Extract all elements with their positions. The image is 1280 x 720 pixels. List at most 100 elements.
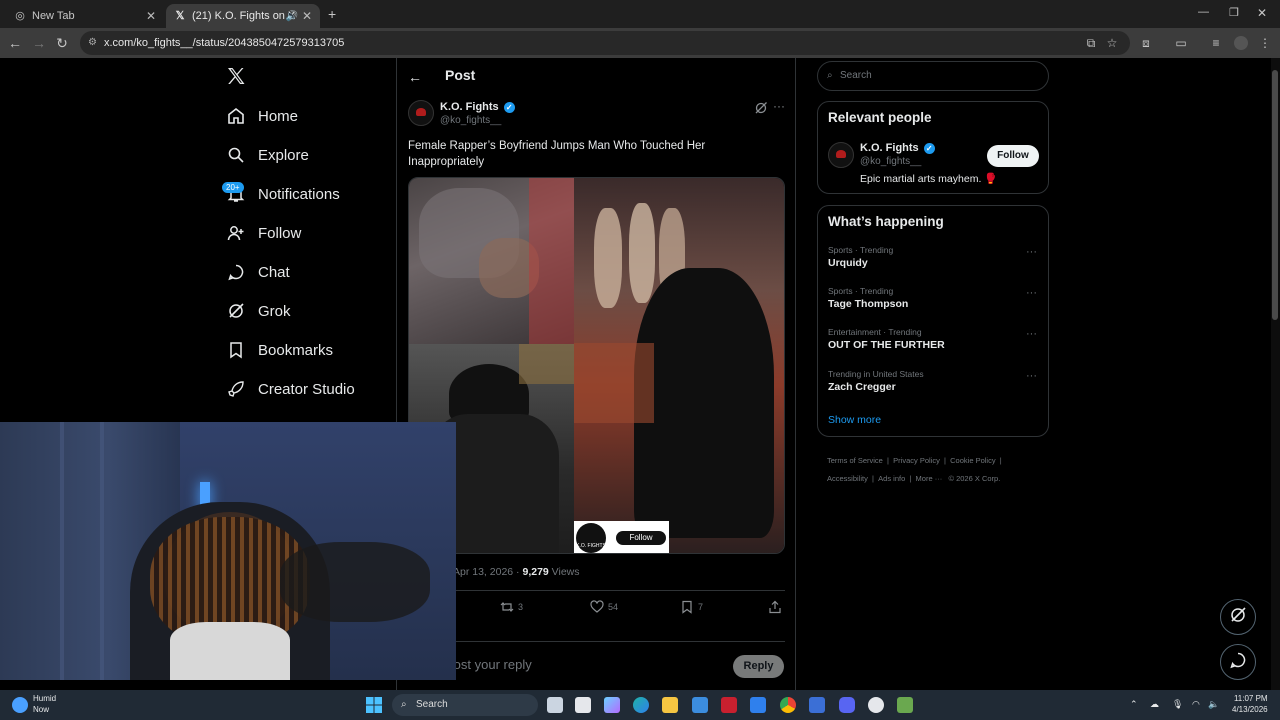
trend-item[interactable]: Entertainment · Trending OUT OF THE FURT… [828, 327, 945, 351]
back-icon[interactable]: ← [6, 34, 24, 52]
more-options-icon[interactable]: ··· [1026, 370, 1037, 382]
more-options-icon[interactable]: ··· [1026, 287, 1037, 299]
restore-icon[interactable]: ❐ [1229, 6, 1239, 19]
follow-button[interactable]: Follow [987, 145, 1039, 167]
nav-chat[interactable]: Chat [226, 259, 290, 285]
app-icon[interactable] [868, 697, 884, 713]
author-handle[interactable]: @ko_fights__ [440, 115, 501, 126]
clock-time: 11:07 PM [1233, 694, 1268, 703]
footer-link[interactable]: Cookie Policy [950, 456, 995, 465]
footer-link[interactable]: Privacy Policy [893, 456, 940, 465]
clock[interactable]: 11:07 PM 4/13/2026 [1232, 694, 1268, 714]
person-name[interactable]: K.O. Fights ✓ [860, 142, 935, 154]
back-arrow-icon[interactable]: ← [408, 69, 422, 85]
footer-link[interactable]: Terms of Service [827, 456, 883, 465]
post-date[interactable]: Apr 13, 2026 [453, 566, 513, 578]
new-tab-button[interactable]: + [328, 6, 336, 22]
retweet-button[interactable]: 3 [500, 600, 523, 614]
webcam-person [170, 622, 290, 680]
bookmark-button[interactable]: 7 [680, 600, 703, 614]
mail-icon[interactable] [750, 697, 766, 713]
scrollbar-thumb[interactable] [1272, 70, 1278, 320]
video-watermark: K.O. FIGHTS Follow [574, 521, 669, 553]
messages-fab[interactable] [1220, 644, 1256, 680]
weather-icon[interactable] [12, 697, 28, 713]
trend-item[interactable]: Sports · Trending Urquidy [828, 245, 893, 269]
windows-start-icon[interactable] [366, 697, 382, 713]
taskbar-search[interactable]: ⌕ Search [392, 694, 538, 716]
webcam-person [280, 542, 430, 622]
footer-link[interactable]: More ··· [916, 474, 943, 483]
author-avatar[interactable] [408, 100, 434, 126]
footer-link[interactable]: Ads info [878, 474, 905, 483]
speaker-icon[interactable]: 🔊 [286, 11, 298, 22]
file-explorer-icon[interactable] [662, 697, 678, 713]
onedrive-icon[interactable]: ☁ [1150, 699, 1159, 710]
cast-icon[interactable]: ⧉ [1084, 36, 1098, 50]
person-avatar[interactable] [828, 142, 854, 168]
grok-icon [1229, 606, 1247, 629]
wifi-icon[interactable]: ◠ [1192, 699, 1200, 710]
trend-name: OUT OF THE FURTHER [828, 339, 945, 351]
x-logo-icon[interactable] [226, 66, 246, 86]
reply-button[interactable]: Reply [733, 655, 784, 678]
task-view-icon[interactable] [547, 697, 563, 713]
weather-sub: Now [33, 705, 50, 714]
nav-grok[interactable]: Grok [226, 298, 291, 324]
edge-icon[interactable] [633, 697, 649, 713]
media-control-icon[interactable]: ≡ [1209, 36, 1223, 50]
like-button[interactable]: 54 [590, 600, 618, 614]
sidepanel-icon[interactable]: ▭ [1174, 36, 1188, 50]
discord-icon[interactable] [839, 697, 855, 713]
close-window-icon[interactable]: ✕ [1257, 6, 1267, 20]
tab-x-post[interactable]: 𝕏 (21) K.O. Fights on X: "Fem 🔊 ✕ [166, 4, 320, 28]
snipping-tool-icon[interactable] [575, 697, 591, 713]
volume-icon[interactable]: 🔈 [1208, 699, 1219, 710]
mcafee-icon[interactable] [721, 697, 737, 713]
grok-fab[interactable] [1220, 599, 1256, 635]
chevron-up-icon[interactable]: ⌃ [1130, 699, 1138, 710]
person-handle[interactable]: @ko_fights__ [860, 156, 921, 167]
grok-icon[interactable] [754, 101, 768, 115]
minecraft-icon[interactable] [897, 697, 913, 713]
bookmark-star-icon[interactable]: ☆ [1105, 36, 1119, 50]
webcam-background [60, 422, 64, 680]
tab-new-tab[interactable]: ◎ New Tab ✕ [6, 4, 164, 28]
nav-home[interactable]: Home [226, 103, 298, 129]
reload-icon[interactable]: ↻ [53, 34, 71, 52]
weather-label[interactable]: Humid [33, 694, 56, 703]
store-icon[interactable] [692, 697, 708, 713]
chrome-icon[interactable] [780, 697, 796, 713]
post-video[interactable]: K.O. FIGHTS Follow [408, 177, 785, 554]
close-tab-icon[interactable]: ✕ [302, 9, 312, 23]
close-tab-icon[interactable]: ✕ [146, 9, 156, 23]
reply-input[interactable]: Post your reply [445, 657, 532, 672]
more-options-icon[interactable]: ··· [773, 99, 785, 113]
menu-icon[interactable]: ⋮ [1258, 36, 1272, 50]
trend-name: Zach Cregger [828, 381, 896, 393]
address-bar[interactable]: ⚙ x.com/ko_fights__/status/2043850472579… [80, 31, 1130, 55]
share-button[interactable] [768, 600, 786, 614]
copilot-icon[interactable] [604, 697, 620, 713]
footer-link[interactable]: Accessibility [827, 474, 868, 483]
nav-follow[interactable]: Follow [226, 220, 301, 246]
more-options-icon[interactable]: ··· [1026, 328, 1037, 340]
nav-label: Chat [258, 263, 290, 281]
author-name[interactable]: K.O. Fights ✓ [440, 101, 515, 113]
video-figure [629, 203, 655, 303]
forward-icon[interactable]: → [30, 34, 48, 52]
microphone-icon[interactable]: 🎙 [1172, 699, 1183, 710]
minimize-icon[interactable]: — [1198, 6, 1209, 18]
profile-avatar[interactable] [1234, 36, 1248, 50]
nav-explore[interactable]: Explore [226, 142, 309, 168]
more-options-icon[interactable]: ··· [1026, 246, 1037, 258]
extensions-icon[interactable]: ⧈ [1139, 36, 1153, 50]
nav-bookmarks[interactable]: Bookmarks [226, 337, 333, 363]
trend-item[interactable]: Sports · Trending Tage Thompson [828, 286, 908, 310]
trend-item[interactable]: Trending in United States Zach Cregger [828, 369, 924, 393]
app-icon[interactable] [809, 697, 825, 713]
search-input[interactable]: ⌕ Search [817, 61, 1049, 91]
site-info-icon[interactable]: ⚙ [88, 31, 97, 55]
show-more-link[interactable]: Show more [828, 414, 881, 426]
nav-creator-studio[interactable]: Creator Studio [226, 376, 355, 402]
